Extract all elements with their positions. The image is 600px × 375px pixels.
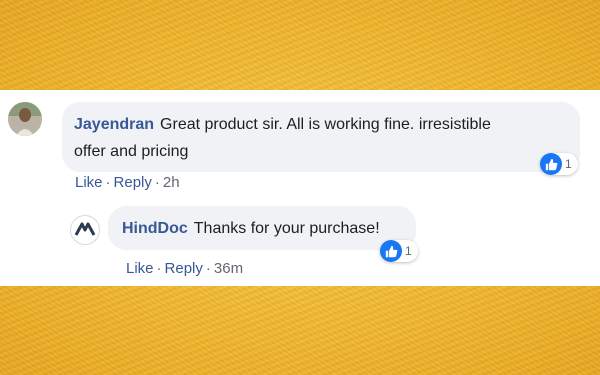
- user-avatar[interactable]: [8, 102, 42, 136]
- comment-author[interactable]: Jayendran: [74, 116, 154, 133]
- reply-timestamp[interactable]: 36m: [214, 260, 243, 277]
- reaction-badge[interactable]: 1: [540, 153, 578, 175]
- reply-bubble: HindDoc Thanks for your purchase!: [108, 206, 416, 250]
- like-link[interactable]: Like: [126, 260, 154, 277]
- comment-bubble: Jayendran Great product sir. All is worki…: [62, 102, 580, 172]
- comment-text-continued: offer and pricing: [74, 143, 189, 160]
- separator-dot: ·: [154, 174, 160, 191]
- separator-dot: ·: [205, 260, 211, 277]
- hinddoc-logo[interactable]: [70, 215, 100, 245]
- reply-actions: Like · Reply · 36m: [126, 260, 243, 277]
- reply-author[interactable]: HindDoc: [122, 220, 188, 237]
- separator-dot: ·: [156, 260, 162, 277]
- reaction-count: 1: [405, 244, 412, 258]
- reply-link[interactable]: Reply: [165, 260, 203, 277]
- reaction-badge[interactable]: 1: [380, 240, 418, 262]
- reply-link[interactable]: Reply: [114, 174, 152, 191]
- reaction-count: 1: [565, 157, 572, 171]
- thumbs-up-icon: [380, 240, 402, 262]
- thumbs-up-icon: [540, 153, 562, 175]
- comment-actions: Like · Reply · 2h: [75, 174, 180, 191]
- comment-timestamp[interactable]: 2h: [163, 174, 180, 191]
- reply-text: Thanks for your purchase!: [193, 220, 380, 237]
- like-link[interactable]: Like: [75, 174, 103, 191]
- separator-dot: ·: [105, 174, 111, 191]
- comment-text: Great product sir. All is working fine. …: [160, 116, 491, 133]
